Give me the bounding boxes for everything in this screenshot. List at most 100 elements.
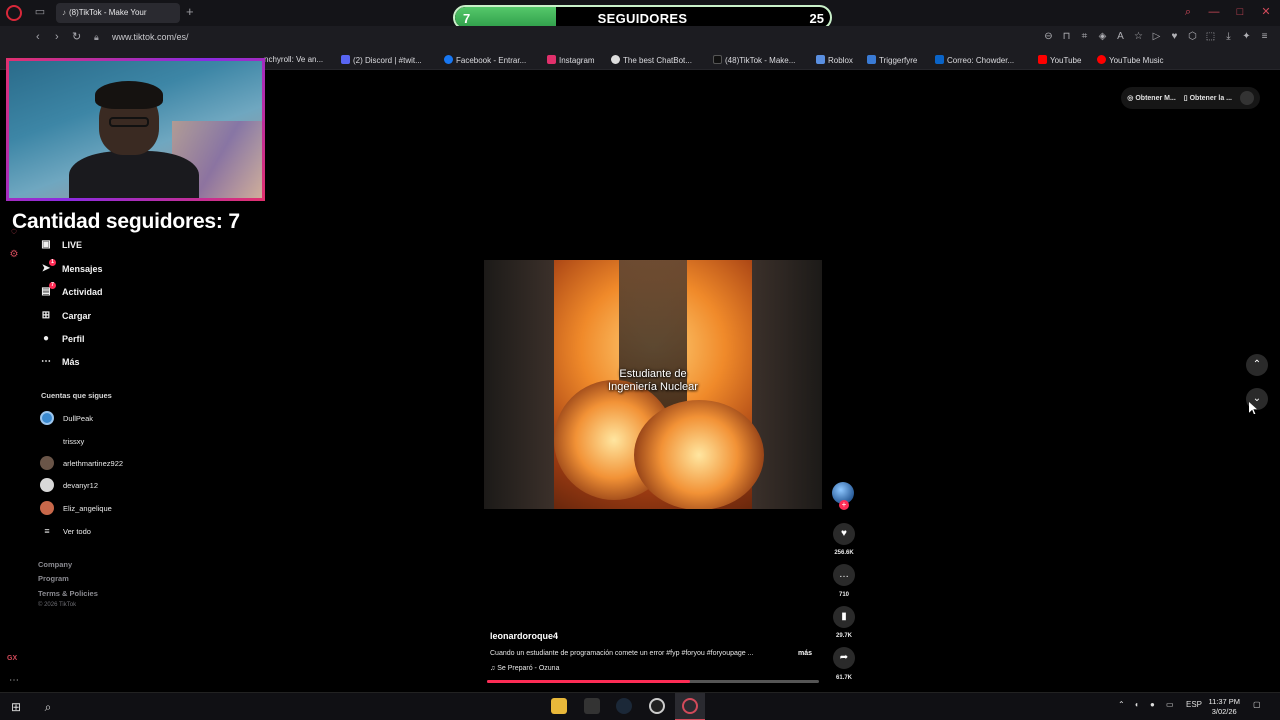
- settings-icon[interactable]: ⚙: [8, 249, 20, 261]
- translate-icon[interactable]: A: [1115, 31, 1126, 43]
- account-name: DullPeak: [63, 413, 94, 423]
- new-tab-button[interactable]: +: [186, 5, 194, 19]
- opera-gx-taskbar-item[interactable]: [675, 693, 705, 720]
- search-icon[interactable]: ⌕: [41, 700, 55, 714]
- bookmark-icon[interactable]: ▮: [833, 606, 855, 628]
- shield-icon[interactable]: ◈: [1097, 31, 1108, 43]
- avatar: [40, 411, 54, 425]
- clock[interactable]: 11:37 PM 3/02/26: [1208, 697, 1240, 717]
- video-progress-bar[interactable]: [487, 680, 819, 683]
- save-count: 29.7K: [835, 633, 852, 639]
- workspaces-icon[interactable]: ▭: [34, 6, 46, 18]
- windows-start-icon[interactable]: ⊞: [9, 700, 23, 714]
- tiktok-icon: [713, 55, 722, 64]
- footer-company[interactable]: Company: [38, 560, 72, 569]
- following-section-title: Cuentas que sigues: [41, 391, 112, 400]
- roblox-icon: [816, 55, 825, 64]
- video-player[interactable]: Estudiante de Ingeniería Nuclear: [484, 260, 822, 509]
- rail-more-icon[interactable]: ⋯: [8, 675, 20, 687]
- nav-label: LIVE: [62, 240, 83, 250]
- download-icon[interactable]: ⤓: [1223, 31, 1234, 43]
- bookmark-instagram[interactable]: Instagram: [547, 55, 595, 65]
- video-author[interactable]: leonardoroque4: [490, 631, 558, 641]
- footer-terms[interactable]: Terms & Policies: [38, 589, 98, 598]
- comment-icon[interactable]: …: [833, 564, 855, 586]
- extensions-icon[interactable]: ⬡: [1187, 31, 1198, 43]
- account-dullpeak[interactable]: DullPeak: [40, 410, 93, 426]
- ai-icon[interactable]: ✦: [1241, 31, 1252, 43]
- close-button[interactable]: ✕: [1260, 6, 1272, 18]
- nav-activity[interactable]: ▤ 7 Actividad: [40, 282, 103, 300]
- nav-messages[interactable]: ➤ 1 Mensajes: [40, 259, 103, 277]
- file-explorer-icon[interactable]: [551, 698, 567, 714]
- steam-icon[interactable]: [616, 698, 632, 714]
- video-progress-fill: [487, 680, 690, 683]
- see-all-link[interactable]: ≡ Ver todo: [40, 523, 91, 539]
- account-devanyr12[interactable]: devanyr12: [40, 477, 98, 493]
- pin-icon[interactable]: ⊓: [1061, 31, 1072, 43]
- footer-program[interactable]: Program: [38, 574, 69, 583]
- follower-goal-title: SEGUIDORES: [597, 11, 688, 26]
- language-indicator[interactable]: ESP: [1186, 700, 1202, 709]
- share-icon[interactable]: ➦: [833, 647, 855, 669]
- microphone-icon[interactable]: ●: [1150, 700, 1155, 709]
- avatar: [40, 501, 54, 515]
- bookmark-label: (48)TikTok - Make...: [725, 56, 796, 65]
- volume-icon[interactable]: ◖: [1134, 700, 1139, 709]
- forward-icon[interactable]: ›: [55, 31, 59, 43]
- menu-icon[interactable]: ≡: [1259, 31, 1270, 43]
- erc-app-icon[interactable]: [584, 698, 600, 714]
- notifications-icon[interactable]: ▢: [1253, 700, 1261, 709]
- get-app-button[interactable]: ▯ Obtener la ...: [1184, 94, 1232, 102]
- video-caption-line: Estudiante de: [619, 368, 687, 380]
- lock-icon[interactable]: 🔒︎: [94, 32, 99, 43]
- star-icon[interactable]: ☆: [1133, 31, 1144, 43]
- follow-plus-button[interactable]: +: [839, 500, 849, 510]
- minimize-button[interactable]: —: [1208, 6, 1220, 18]
- player-icon[interactable]: ▷: [1151, 31, 1162, 43]
- get-app-label: Obtener la ...: [1189, 95, 1232, 102]
- easy-files-icon[interactable]: ⬚: [1205, 31, 1216, 43]
- gx-label[interactable]: GX: [7, 655, 17, 662]
- video-music[interactable]: ♫ Se Preparó - Ozuna: [490, 665, 559, 672]
- nav-more[interactable]: ⋯ Más: [40, 354, 80, 370]
- bookmark-chatbot[interactable]: The best ChatBot...: [611, 55, 692, 65]
- back-icon[interactable]: ‹: [36, 31, 40, 43]
- bookmark-youtube[interactable]: YouTube: [1038, 55, 1081, 65]
- account-arlethmartinez922[interactable]: arlethmartinez922: [40, 455, 123, 471]
- like-icon[interactable]: ♥: [833, 523, 855, 545]
- url-field[interactable]: www.tiktok.com/es/: [112, 32, 189, 42]
- network-icon[interactable]: ▭: [1166, 700, 1174, 709]
- tray-overflow-icon[interactable]: ⌃: [1118, 700, 1125, 709]
- maximize-button[interactable]: □: [1234, 6, 1246, 18]
- avatar: [40, 478, 54, 492]
- nav-upload[interactable]: ⊞ Cargar: [40, 308, 91, 324]
- speaker-icon[interactable]: ♪: [62, 8, 66, 17]
- bookmark-tiktok[interactable]: (48)TikTok - Make...: [713, 55, 795, 65]
- opera-logo-icon[interactable]: [6, 5, 22, 21]
- bookmark-crunchyroll[interactable]: nchyroll: Ve an...: [264, 55, 323, 64]
- search-icon[interactable]: ⌕: [1182, 6, 1194, 18]
- bookmark-outlook[interactable]: Correo: Chowder...: [935, 55, 1014, 65]
- bookmark-discord[interactable]: (2) Discord | #twit...: [341, 55, 422, 65]
- reload-icon[interactable]: ↻: [72, 31, 81, 43]
- instagram-icon: [547, 55, 556, 64]
- previous-video-button[interactable]: ⌃: [1246, 354, 1268, 376]
- bookmark-youtube-music[interactable]: YouTube Music: [1097, 55, 1164, 65]
- nav-label: Cargar: [62, 311, 92, 321]
- bookmark-roblox[interactable]: Roblox: [816, 55, 853, 65]
- obs-icon[interactable]: [649, 698, 665, 714]
- get-coins-button[interactable]: ◎ Obtener M...: [1127, 94, 1176, 102]
- account-eliz-angelique[interactable]: Eliz_angelique: [40, 500, 112, 516]
- tab-tiktok[interactable]: ♪ (8)TikTok - Make Your: [56, 3, 180, 23]
- account-trissxy[interactable]: trissxy: [40, 433, 84, 449]
- bookmark-triggerfyre[interactable]: Triggerfyre: [867, 55, 917, 65]
- heart-icon[interactable]: ♥: [1169, 31, 1180, 43]
- zoom-icon[interactable]: ⊖: [1043, 31, 1054, 43]
- bookmark-facebook[interactable]: Facebook - Entrar...: [444, 55, 526, 65]
- nav-profile[interactable]: ● Perfil: [40, 331, 85, 347]
- snapshot-icon[interactable]: ⌗: [1079, 31, 1090, 43]
- nav-live[interactable]: ▣ LIVE: [40, 237, 82, 253]
- more-button[interactable]: más: [798, 650, 812, 657]
- user-avatar[interactable]: [1240, 91, 1254, 105]
